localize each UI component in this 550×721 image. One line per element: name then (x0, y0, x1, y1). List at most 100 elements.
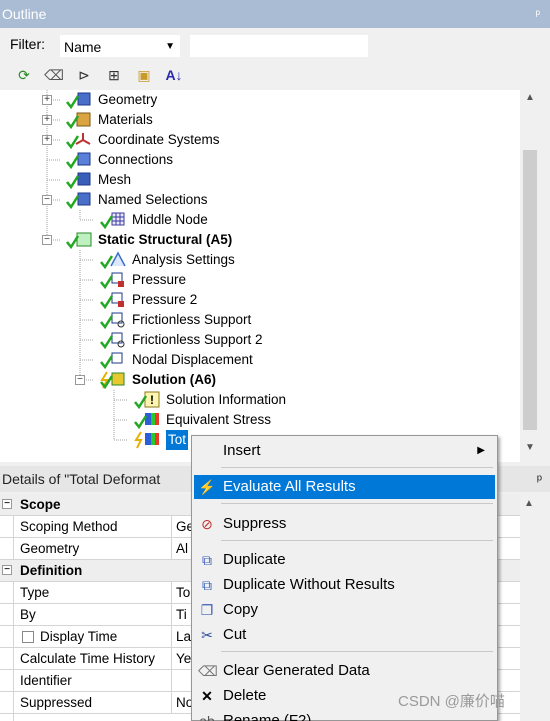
row-value[interactable]: La (176, 626, 191, 648)
eraser-icon: ⌫ (198, 663, 218, 679)
scroll-down-icon[interactable]: ▼ (520, 442, 540, 460)
pin-icon[interactable]: ᵖ (537, 466, 542, 492)
menu-label: Delete (223, 687, 267, 704)
menu-label: Copy (223, 601, 259, 618)
outline-title-bar: Outline ᵖ (0, 0, 550, 28)
tree-item-label: Tot (166, 430, 189, 450)
outline-toolbar: ⟳ ⌫ ⊳ ⊞ ▣ A↓ (0, 62, 550, 88)
details-title: Details of "Total Deformat (2, 471, 161, 487)
menu-item-duplicate[interactable]: ⧉ Duplicate (194, 548, 495, 572)
expand-geometry-icon[interactable]: + (42, 95, 52, 105)
menu-separator (221, 540, 493, 541)
menu-item-clear-generated-data[interactable]: ⌫ Clear Generated Data (194, 659, 495, 683)
tree-item-label: Analysis Settings (132, 252, 235, 267)
menu-item-insert[interactable]: Insert ▶ (194, 439, 495, 463)
row-value[interactable]: To (176, 582, 190, 604)
group-label: Scope (20, 497, 61, 512)
context-menu: Insert ▶ ⚡ Evaluate All Results ⊘ Suppre… (191, 435, 498, 721)
suppress-icon: ⊘ (201, 516, 213, 532)
geometry-icon (66, 92, 91, 109)
collapse-definition-icon[interactable]: − (2, 565, 12, 575)
delete-x-icon: ✕ (201, 688, 213, 704)
duplicate-icon: ⧉ (202, 577, 212, 593)
outline-title: Outline (2, 6, 47, 22)
tree-item-label: Named Selections (98, 192, 208, 207)
menu-label: Evaluate All Results (223, 478, 356, 495)
copy-icon: ❐ (200, 602, 214, 618)
group-label: Definition (20, 563, 83, 578)
named-selections-icon (66, 192, 91, 209)
menu-label: Rename (F2) (223, 712, 312, 721)
tree-item-label: Pressure 2 (132, 292, 198, 307)
connections-icon (66, 152, 91, 169)
filter-label: Filter: (10, 36, 45, 52)
tree-item-label: Mesh (98, 172, 132, 187)
tree-icon[interactable]: ⊳ (74, 65, 94, 85)
menu-label: Duplicate (223, 551, 286, 568)
row-key: Calculate Time History (20, 648, 172, 670)
row-key: Geometry (20, 538, 172, 560)
rename-icon: ab (199, 713, 215, 721)
folder-icon[interactable]: ▣ (134, 65, 154, 85)
menu-item-suppress[interactable]: ⊘ Suppress (194, 512, 495, 536)
row-value[interactable]: Ti (176, 604, 187, 626)
row-value[interactable]: Ye (176, 648, 191, 670)
tree-item-label: Middle Node (132, 212, 208, 227)
collapse-static-structural-icon[interactable]: − (42, 235, 52, 245)
expand-coordinate-systems-icon[interactable]: + (42, 135, 52, 145)
row-key: Scoping Method (20, 516, 172, 538)
support-icon (100, 312, 125, 329)
watermark-text: CSDN @廉价喵 (398, 693, 505, 710)
menu-item-duplicate-without-results[interactable]: ⧉ Duplicate Without Results (194, 573, 495, 597)
menu-item-cut[interactable]: ✂ Cut (194, 623, 495, 647)
row-value[interactable]: Al (176, 538, 188, 560)
refresh-icon[interactable]: ⟳ (14, 65, 34, 85)
menu-separator (221, 503, 493, 504)
details-scrollbar[interactable]: ▲ (520, 494, 540, 721)
filter-select-value: Name (64, 39, 102, 55)
row-key: Display Time (20, 626, 172, 648)
tree-scrollbar[interactable]: ▲ ▼ (520, 90, 540, 462)
expand-all-icon[interactable]: ⊞ (104, 65, 124, 85)
materials-icon (66, 112, 91, 129)
scissors-icon: ✂ (201, 627, 213, 643)
scroll-up-icon[interactable]: ▲ (524, 498, 534, 509)
menu-item-copy[interactable]: ❐ Copy (194, 598, 495, 622)
outline-tree: + + + − − − Geometry Materials Coordinat… (0, 90, 520, 462)
filter-text-input[interactable] (190, 35, 368, 57)
expand-materials-icon[interactable]: + (42, 115, 52, 125)
collapse-solution-icon[interactable]: − (75, 375, 85, 385)
pressure-icon (100, 292, 124, 309)
tree-item-label: Equivalent Stress (166, 412, 272, 427)
row-key-text: Display Time (40, 629, 118, 644)
sort-icon[interactable]: A↓ (164, 65, 184, 85)
display-time-checkbox[interactable] (22, 631, 34, 643)
menu-item-evaluate-all-results[interactable]: ⚡ Evaluate All Results (194, 475, 495, 499)
svg-text:!: ! (150, 393, 154, 407)
solution-icon (100, 371, 125, 389)
tree-item-label: Pressure (132, 272, 187, 287)
collapse-scope-icon[interactable]: − (2, 499, 12, 509)
scroll-up-icon[interactable]: ▲ (520, 92, 540, 110)
row-key: Suppressed (20, 692, 172, 714)
tree-item-label: Materials (98, 112, 153, 127)
row-key: Identifier (20, 670, 172, 692)
row-key: By (20, 604, 172, 626)
menu-separator (221, 651, 493, 652)
pin-icon[interactable]: ᵖ (535, 0, 540, 28)
result-contour-icon (134, 431, 159, 449)
tree-item-label: Frictionless Support (132, 312, 252, 327)
static-structural-icon (66, 232, 92, 249)
tree-item-label: Static Structural (A5) (98, 232, 233, 247)
filter-select[interactable]: Name ▼ (60, 35, 180, 57)
coordinate-systems-icon (66, 133, 91, 149)
lightning-icon: ⚡ (198, 479, 216, 495)
eraser-icon[interactable]: ⌫ (44, 65, 64, 85)
node-grid-icon (100, 212, 125, 229)
collapse-named-selections-icon[interactable]: − (42, 195, 52, 205)
duplicate-icon: ⧉ (202, 552, 212, 568)
scrollbar-thumb[interactable] (523, 150, 537, 430)
tree-item-label: Coordinate Systems (98, 132, 220, 147)
pressure-icon (100, 272, 124, 289)
mesh-icon (66, 172, 91, 189)
